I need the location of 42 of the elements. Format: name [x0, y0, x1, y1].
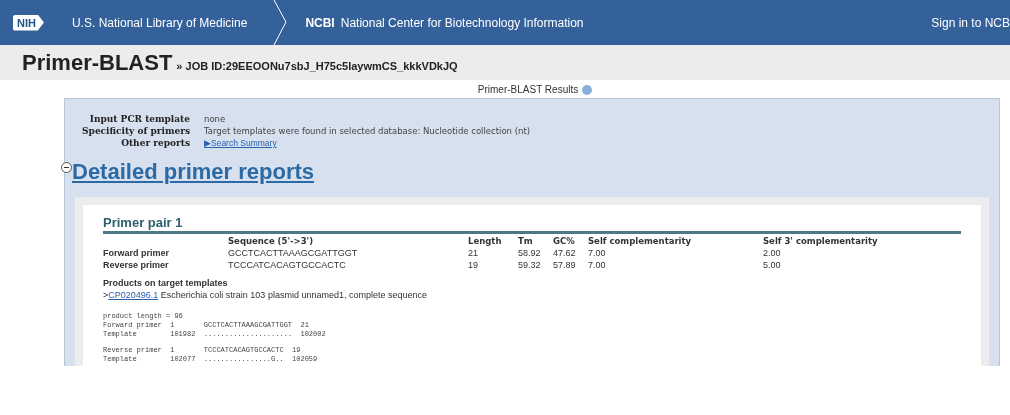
table-cell: 5.00 [763, 260, 781, 270]
table-cell: TCCCATCACAGTGCCACTC [228, 260, 346, 270]
logo[interactable]: NIH [13, 14, 44, 31]
job-id: » JOB ID:29EEOONu7sbJ_H75c5laywmCS_kkkVDkJQ [176, 59, 458, 72]
product-description: Escherichia coli strain 103 plasmid unnamed1, complete sequence [160, 290, 427, 300]
column-header: Tm [518, 236, 533, 246]
ncbi-name[interactable]: National Center for Biotechnology Information [340, 15, 584, 30]
table-cell: 47.62 [553, 248, 576, 258]
row-label: Reverse primer [103, 260, 169, 270]
table-cell: GCCTCACTTAAAGCGATTGGT [228, 248, 358, 258]
section-title[interactable]: Detailed primer reports [72, 159, 315, 185]
row-label: Forward primer [103, 248, 169, 258]
column-header: GC% [553, 236, 575, 246]
column-header: Self 3' complementarity [763, 236, 878, 246]
column-header: Sequence (5'->3') [228, 236, 314, 246]
summary-value: Target templates were found in selected database: Nucleotide collection (nt) [204, 125, 532, 137]
table-cell: 21 [468, 248, 478, 258]
library-link[interactable]: U.S. National Library of Medicine [71, 15, 248, 30]
table-cell: 2.00 [763, 248, 781, 258]
table-cell: 59.32 [518, 260, 541, 270]
column-header: Self complementarity [588, 236, 692, 246]
ncbi-abbr[interactable]: NCBI [305, 15, 335, 30]
summary-value: none [204, 113, 227, 125]
summary-label: Other reports [120, 137, 190, 149]
product-prefix: > [103, 290, 109, 300]
summary-label: Input PCR template [88, 113, 190, 125]
app-title: Primer-BLAST [22, 49, 173, 76]
summary-label: Specificity of primers [81, 125, 190, 137]
table-cell: 7.00 [588, 248, 606, 258]
table-cell: 57.89 [553, 260, 576, 270]
results-title: Primer-BLAST Results [477, 84, 579, 95]
summary-link[interactable]: ▶Search Summary [204, 138, 277, 148]
table-cell: 58.92 [518, 248, 541, 258]
products-title: Products on target templates [103, 278, 229, 288]
sign-in-link[interactable]: Sign in to NCB [931, 15, 1010, 30]
pair-title: Primer pair 1 [103, 215, 961, 234]
collapse-toggle[interactable] [61, 162, 72, 173]
column-header: Length [468, 236, 502, 246]
table-cell: 19 [468, 260, 478, 270]
chevron-icon [273, 0, 288, 45]
accession-link[interactable]: CP020496.1 [108, 290, 159, 300]
table-cell: 7.00 [588, 260, 606, 270]
